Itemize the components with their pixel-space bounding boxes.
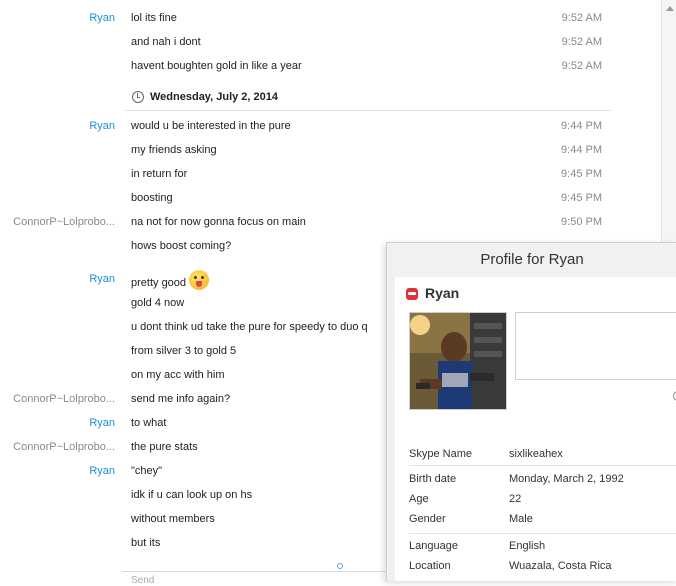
field-label-birth-date: Birth date bbox=[409, 473, 457, 485]
message-row: havent boughten gold in like a year 9:52… bbox=[0, 56, 612, 76]
message-sender[interactable]: Ryan bbox=[89, 273, 115, 285]
message-time: 9:44 PM bbox=[561, 120, 602, 132]
message-text: lol its fine bbox=[131, 12, 177, 24]
message-text: boosting bbox=[131, 192, 173, 204]
profile-avatar bbox=[409, 312, 507, 410]
divider bbox=[409, 533, 676, 534]
message-row: ConnorP~Lolprobo... na not for now gonna… bbox=[0, 212, 612, 232]
field-label-language: Language bbox=[409, 540, 458, 552]
typing-indicator-icon bbox=[337, 563, 343, 569]
date-separator-label: Wednesday, July 2, 2014 bbox=[150, 91, 278, 103]
message-sender[interactable]: ConnorP~Lolprobo... bbox=[13, 393, 115, 405]
message-text: havent boughten gold in like a year bbox=[131, 60, 302, 72]
message-time: 9:52 AM bbox=[561, 12, 602, 24]
message-row: Ryan lol its fine 9:52 AM bbox=[0, 8, 612, 28]
message-time: 9:45 PM bbox=[561, 192, 602, 204]
message-row: my friends asking 9:44 PM bbox=[0, 140, 612, 160]
avatar-photo bbox=[410, 313, 506, 409]
message-row: and nah i dont 9:52 AM bbox=[0, 32, 612, 52]
message-text: but its bbox=[131, 537, 161, 549]
compose-placeholder: Send bbox=[131, 575, 155, 586]
message-time: 9:52 AM bbox=[561, 36, 602, 48]
message-sender[interactable]: Ryan bbox=[89, 417, 115, 429]
field-label-location: Location bbox=[409, 560, 451, 572]
scroll-up-arrow-icon[interactable] bbox=[666, 6, 674, 11]
message-time: 9:45 PM bbox=[561, 168, 602, 180]
message-text: from silver 3 to gold 5 bbox=[131, 345, 237, 357]
message-text: na not for now gonna focus on main bbox=[131, 216, 306, 228]
field-label-skype-name: Skype Name bbox=[409, 448, 472, 460]
message-sender[interactable]: Ryan bbox=[89, 465, 115, 477]
message-text: send me info again? bbox=[131, 393, 231, 405]
message-text: the pure stats bbox=[131, 441, 198, 453]
message-text: hows boost coming? bbox=[131, 240, 232, 252]
mood-message-box[interactable] bbox=[515, 312, 676, 380]
message-compose-input[interactable]: Send bbox=[122, 571, 386, 586]
message-time: 9:50 PM bbox=[561, 216, 602, 228]
message-row: in return for 9:45 PM bbox=[0, 164, 612, 184]
field-label-age: Age bbox=[409, 493, 429, 505]
skype-logo-icon bbox=[406, 288, 418, 300]
field-value-birth-date: Monday, March 2, 1992 bbox=[509, 473, 624, 485]
clock-icon bbox=[132, 91, 144, 103]
message-text-content: pretty good bbox=[131, 276, 187, 289]
field-value-gender: Male bbox=[509, 513, 533, 525]
message-text: idk if u can look up on hs bbox=[131, 489, 253, 501]
message-text: gold 4 now bbox=[131, 297, 185, 309]
message-text: my friends asking bbox=[131, 144, 217, 156]
message-text: pretty good bbox=[131, 270, 210, 293]
message-text: to what bbox=[131, 417, 167, 429]
field-value-language: English bbox=[509, 540, 546, 552]
field-label-gender: Gender bbox=[409, 513, 446, 525]
message-sender[interactable]: Ryan bbox=[89, 12, 115, 24]
field-value-skype-name: sixlikeahex bbox=[509, 448, 563, 460]
message-sender[interactable]: ConnorP~Lolprobo... bbox=[13, 216, 115, 228]
message-row: boosting 9:45 PM bbox=[0, 188, 612, 208]
message-sender[interactable]: ConnorP~Lolprobo... bbox=[13, 441, 115, 453]
message-text: u dont think ud take the pure for speedy… bbox=[131, 321, 368, 333]
divider bbox=[409, 465, 676, 466]
message-text: in return for bbox=[131, 168, 188, 180]
field-value-age: 22 bbox=[509, 493, 522, 505]
profile-panel: Profile for Ryan Ryan Skype Name sixlike… bbox=[386, 242, 676, 581]
profile-display-name: Ryan bbox=[425, 285, 460, 301]
message-time: 9:44 PM bbox=[561, 144, 602, 156]
message-text: without members bbox=[131, 513, 215, 525]
profile-title: Profile for Ryan bbox=[480, 251, 584, 268]
message-text: would u be interested in the pure bbox=[131, 120, 291, 132]
date-separator: Wednesday, July 2, 2014 bbox=[124, 84, 612, 111]
message-row: Ryan would u be interested in the pure 9… bbox=[0, 116, 612, 136]
tongue-out-emoji-icon bbox=[189, 270, 210, 290]
message-time: 9:52 AM bbox=[561, 60, 602, 72]
message-sender[interactable]: Ryan bbox=[89, 120, 115, 132]
field-value-location: Wuazala, Costa Rica bbox=[509, 560, 612, 572]
message-text: on my acc with him bbox=[131, 369, 225, 381]
profile-card: Ryan Skype Name sixlikeahex Birth date M… bbox=[395, 277, 676, 581]
message-text: and nah i dont bbox=[131, 36, 201, 48]
message-text: "chey" bbox=[131, 465, 163, 477]
